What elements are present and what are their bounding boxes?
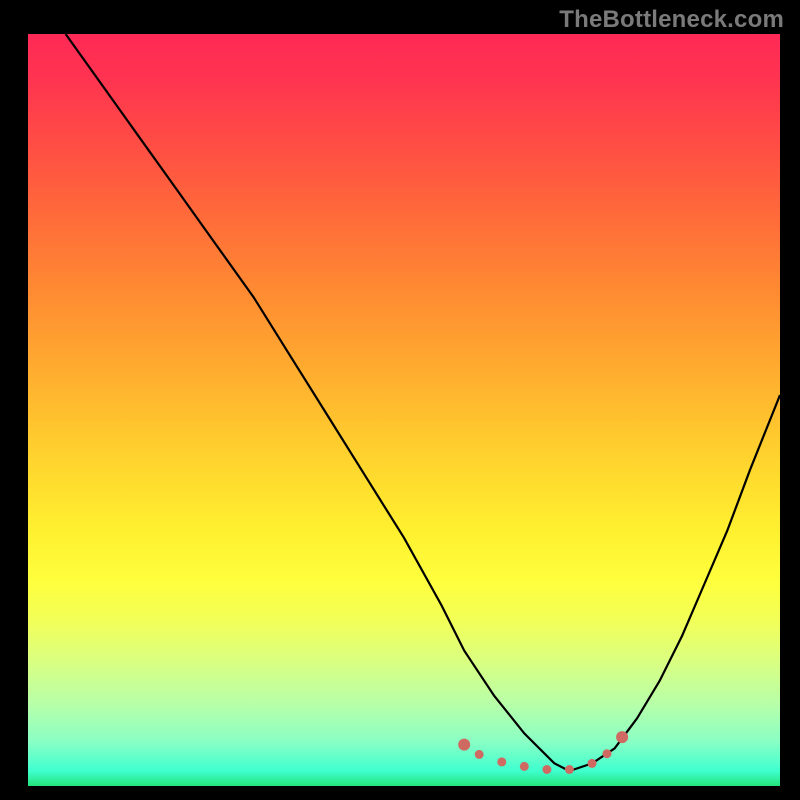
- watermark-text: TheBottleneck.com: [559, 6, 784, 34]
- bottleneck-curve: [66, 34, 780, 771]
- curve-layer: [28, 34, 780, 786]
- chart-frame: TheBottleneck.com: [0, 0, 800, 800]
- plot-area: [28, 34, 780, 786]
